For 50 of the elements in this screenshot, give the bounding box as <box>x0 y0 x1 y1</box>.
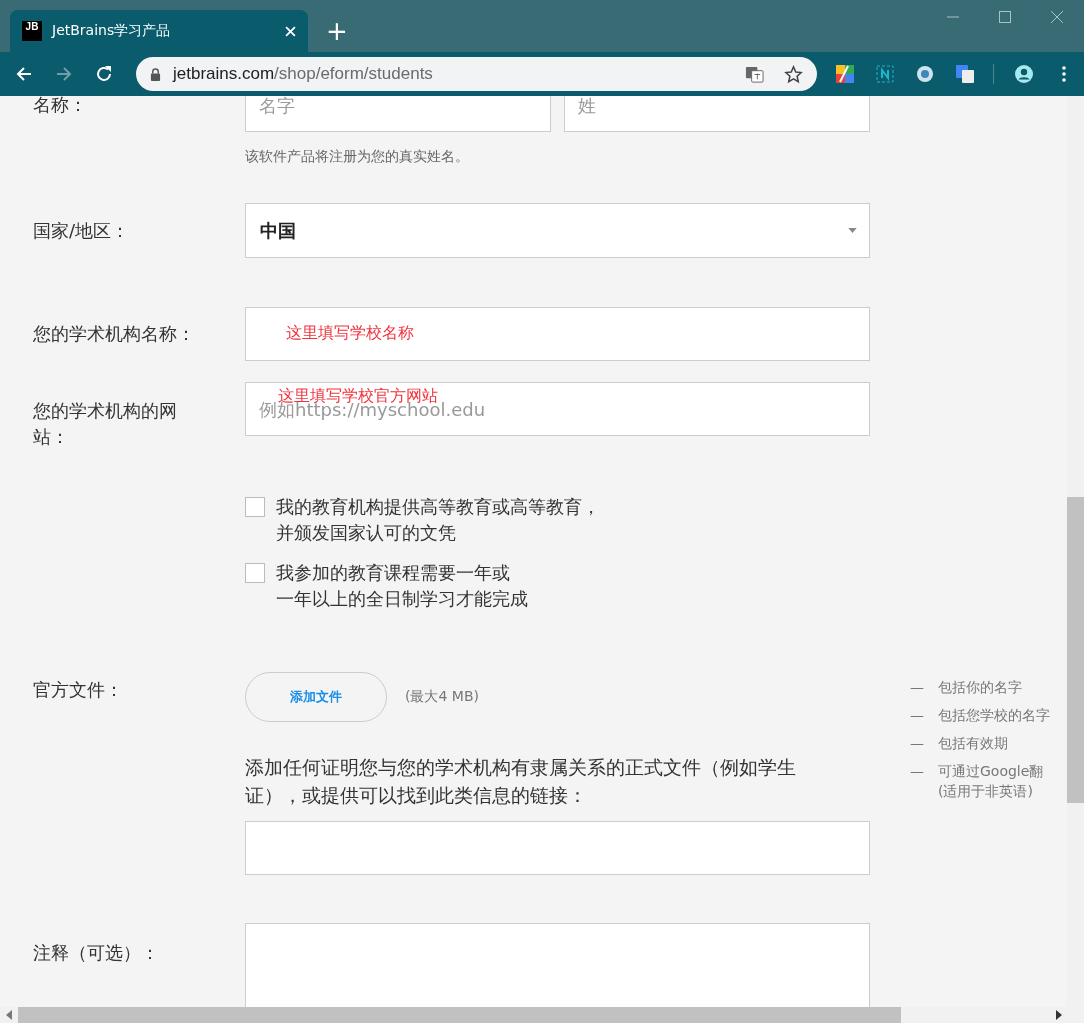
dash-mark: — <box>910 734 924 753</box>
tip-text: 包括您学校的名字 <box>938 706 1050 725</box>
field-label: 名称： <box>33 96 88 117</box>
new-tab-button[interactable]: + <box>326 16 348 46</box>
profile-avatar-icon[interactable] <box>1014 64 1034 84</box>
browser-tab[interactable]: JB JetBrains学习产品 <box>10 10 308 52</box>
hint-text: 该软件产品将注册为您的真实姓名。 <box>245 147 470 166</box>
star-icon[interactable] <box>784 64 803 84</box>
notes-field[interactable] <box>245 923 870 1007</box>
extension-icon[interactable] <box>835 64 855 84</box>
last-name-field[interactable]: 姓 <box>564 96 870 132</box>
tip-text: 可通过Google翻 (适用于非英语) <box>938 762 1044 801</box>
country-select[interactable]: 中国 <box>245 203 870 258</box>
url-text: jetbrains.com/shop/eform/students <box>173 64 434 84</box>
scroll-right-icon[interactable] <box>1056 1010 1062 1020</box>
checkbox-label: 一年以上的全日制学习才能完成 <box>276 588 528 609</box>
reload-icon[interactable] <box>94 64 114 84</box>
extension-icon[interactable] <box>875 64 895 84</box>
address-bar[interactable]: jetbrains.com/shop/eform/students <box>136 57 817 91</box>
maximize-icon[interactable] <box>998 10 1012 24</box>
field-label: 注释（可选）： <box>33 941 160 965</box>
translate-icon[interactable] <box>955 64 975 84</box>
translate-icon[interactable] <box>745 64 764 84</box>
document-link-field[interactable] <box>245 821 870 875</box>
checkbox-label: 我的教育机构提供高等教育或高等教育， <box>276 496 600 517</box>
field-label: 官方文件： <box>33 678 124 702</box>
extension-icon[interactable] <box>915 64 935 84</box>
dash-mark: — <box>910 706 924 725</box>
scroll-left-icon[interactable] <box>6 1010 12 1020</box>
tip-text: 包括有效期 <box>938 734 1008 753</box>
checkbox[interactable] <box>245 497 265 517</box>
field-label: 国家/地区： <box>33 218 131 243</box>
dash-mark: — <box>910 678 924 697</box>
checkbox[interactable] <box>245 563 265 583</box>
size-limit-text: (最大4 MB) <box>405 688 479 706</box>
annotation-text: 这里填写学校名称 <box>286 323 414 344</box>
description-text: 添加任何证明您与您的学术机构有隶属关系的正式文件（例如学生证），或提供可以找到此类信息的链接： <box>245 755 797 808</box>
tip-text: 包括你的名字 <box>938 678 1022 697</box>
jetbrains-logo-icon: JB <box>22 21 42 41</box>
field-label: 您的学术机构名称： <box>33 322 196 346</box>
first-name-field[interactable]: 名字 <box>245 96 551 132</box>
dash-mark: — <box>910 762 924 781</box>
institution-field[interactable] <box>245 307 870 361</box>
caret-icon <box>848 228 857 233</box>
checkbox-label: 我参加的教育课程需要一年或 <box>276 562 510 583</box>
close-icon[interactable] <box>1050 10 1064 24</box>
checkbox-label: 并颁发国家认可的文凭 <box>276 522 456 543</box>
tab-title: JetBrains学习产品 <box>52 22 172 40</box>
field-label: 您的学术机构的网站： <box>33 399 178 449</box>
lock-icon <box>150 67 161 81</box>
